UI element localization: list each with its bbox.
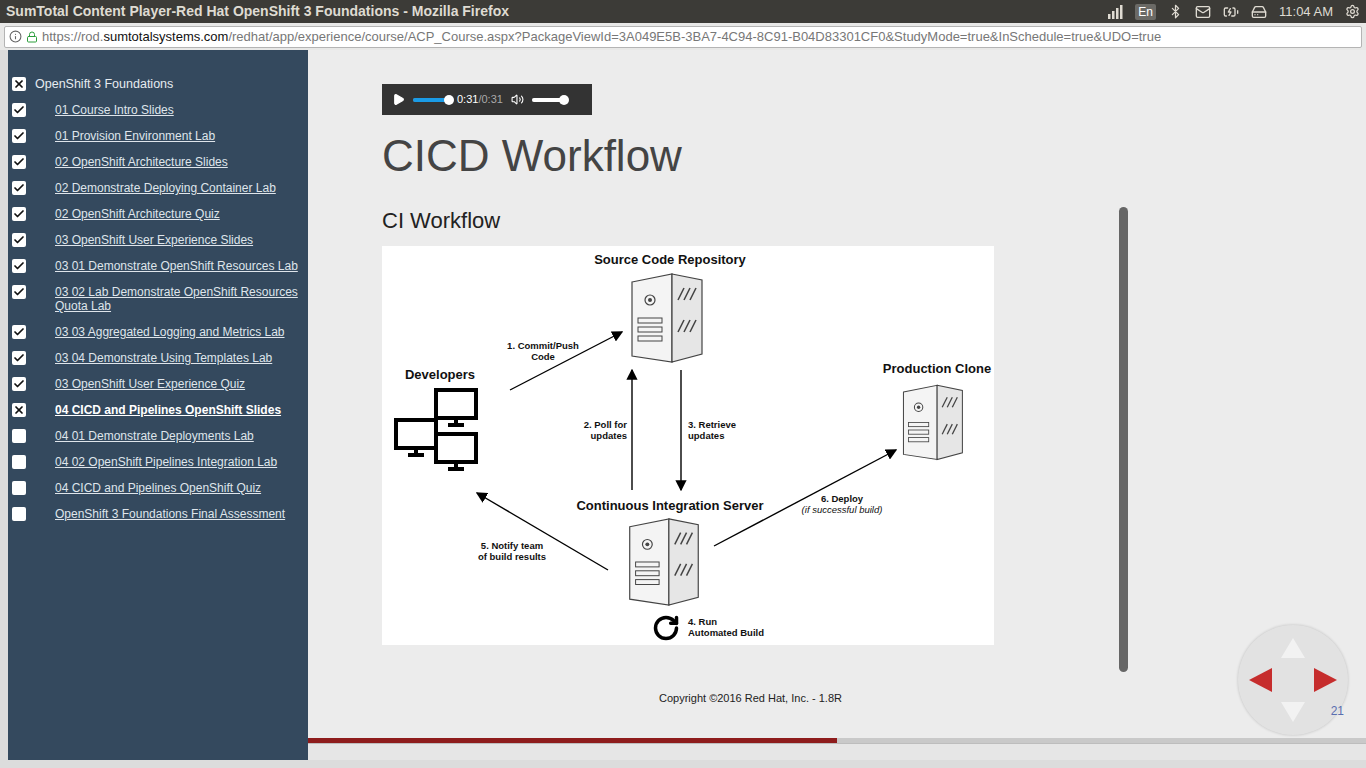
volume-button[interactable] <box>511 93 524 106</box>
server-icon <box>900 382 965 462</box>
node-label: Source Code Repository <box>594 250 746 270</box>
monitors-icon <box>393 388 491 478</box>
previous-arrow-icon[interactable] <box>1249 668 1272 692</box>
address-bar: https://rod.sumtotalsystems.com/redhat/a… <box>0 23 1366 50</box>
sidebar-item[interactable]: 03 04 Demonstrate Using Templates Lab <box>12 345 304 371</box>
settings-icon[interactable] <box>1345 4 1360 19</box>
slide: 0:31/0:31 CICD Workflow CI Workflow Source … <box>308 50 1366 738</box>
build-loop-icon <box>652 614 680 642</box>
node-label: Continuous Integration Server <box>576 496 763 516</box>
status-icon <box>12 285 26 299</box>
step-arrow <box>631 370 632 490</box>
audio-player: 0:31/0:31 <box>382 84 592 115</box>
player-frame: OpenShift 3 Foundations01 Course Intro S… <box>0 50 1366 768</box>
status-icon <box>12 233 26 247</box>
system-tray: En 11:04 AM <box>1107 2 1360 22</box>
server-icon <box>625 515 702 608</box>
battery-icon[interactable] <box>1223 4 1239 20</box>
slide-subtitle: CI Workflow <box>382 207 1119 235</box>
sidebar-item[interactable]: 02 OpenShift Architecture Quiz <box>12 201 304 227</box>
course-sidebar: OpenShift 3 Foundations01 Course Intro S… <box>8 50 308 760</box>
step-label: 5. Notify teamof build results <box>457 540 567 562</box>
sidebar-item[interactable]: 01 Course Intro Slides <box>12 97 304 123</box>
step-label: 3. Retrieveupdates <box>688 419 736 441</box>
navigation-wheel <box>1238 625 1348 735</box>
page-number: 21 <box>1331 702 1344 720</box>
play-button[interactable] <box>392 93 405 106</box>
status-icon <box>12 455 26 469</box>
step-label: 1. Commit/PushCode <box>493 340 593 362</box>
mail-icon[interactable] <box>1195 4 1211 20</box>
url-field[interactable]: https://rod.sumtotalsystems.com/redhat/a… <box>4 26 1362 48</box>
copyright: Copyright ©2016 Red Hat, Inc. - 1.8R <box>382 690 1119 707</box>
status-icon <box>12 481 26 495</box>
app: SumTotal Content Player-Red Hat OpenShif… <box>0 0 1366 768</box>
sidebar-item[interactable]: 03 01 Demonstrate OpenShift Resources La… <box>12 253 304 279</box>
ci-diagram: Source Code Repository Developers Producti… <box>382 246 994 645</box>
progress-footer <box>308 743 1366 760</box>
slide-area: 0:31/0:31 CICD Workflow CI Workflow Source … <box>308 50 1366 760</box>
bluetooth-icon[interactable] <box>1168 4 1183 19</box>
status-icon <box>12 351 26 365</box>
time-display: 0:31/0:31 <box>457 91 503 108</box>
course-title: OpenShift 3 Foundations <box>12 71 304 97</box>
keyboard-layout[interactable]: En <box>1135 4 1156 20</box>
up-arrow-icon[interactable] <box>1281 638 1305 658</box>
step-arrow <box>680 370 681 490</box>
status-icon <box>12 325 26 339</box>
next-arrow-icon[interactable] <box>1314 668 1337 692</box>
sidebar-item[interactable]: 03 OpenShift User Experience Quiz <box>12 371 304 397</box>
step-label: 4. RunAutomated Build <box>688 616 764 638</box>
status-icon <box>12 207 26 221</box>
clock[interactable]: 11:04 AM <box>1279 2 1333 22</box>
status-icon <box>12 429 26 443</box>
step-label: 6. Deploy(if successful build) <box>782 493 902 515</box>
status-icon <box>12 507 26 521</box>
lock-icon <box>26 31 38 43</box>
node-label: Developers <box>405 365 475 385</box>
status-icon <box>12 155 26 169</box>
sidebar-item[interactable]: 04 01 Demonstrate Deployments Lab <box>12 423 304 449</box>
sidebar-item[interactable]: 01 Provision Environment Lab <box>12 123 304 149</box>
course-status-icon <box>12 77 26 91</box>
status-icon <box>12 403 26 417</box>
title-bar: SumTotal Content Player-Red Hat OpenShif… <box>0 0 1366 23</box>
slide-body: CI Workflow Source Code Repository Develop… <box>382 207 1128 707</box>
sidebar-item[interactable]: 02 OpenShift Architecture Slides <box>12 149 304 175</box>
status-icon <box>12 129 26 143</box>
info-icon[interactable] <box>9 30 22 43</box>
scrollbar[interactable] <box>1119 207 1128 672</box>
signal-icon[interactable] <box>1107 5 1123 19</box>
volume-slider[interactable] <box>532 98 568 102</box>
sidebar-item[interactable]: 04 CICD and Pipelines OpenShift Slides <box>12 397 304 423</box>
status-icon <box>12 259 26 273</box>
window-title: SumTotal Content Player-Red Hat OpenShif… <box>6 1 509 22</box>
node-label: Production Clone <box>883 359 991 379</box>
step-label: 2. Poll forupdates <box>584 419 627 441</box>
server-icon <box>628 270 705 365</box>
sidebar-item[interactable]: 04 02 OpenShift Pipelines Integration La… <box>12 449 304 475</box>
sidebar-item[interactable]: 03 OpenShift User Experience Slides <box>12 227 304 253</box>
sidebar-item[interactable]: 03 02 Lab Demonstrate OpenShift Resource… <box>12 279 304 319</box>
sidebar-item[interactable]: 03 03 Aggregated Logging and Metrics Lab <box>12 319 304 345</box>
sidebar-item[interactable]: 02 Demonstrate Deploying Container Lab <box>12 175 304 201</box>
down-arrow-icon[interactable] <box>1281 702 1305 722</box>
seek-slider[interactable] <box>413 98 449 102</box>
status-icon <box>12 377 26 391</box>
slide-title: CICD Workflow <box>382 130 1366 182</box>
sidebar-item[interactable]: 04 CICD and Pipelines OpenShift Quiz <box>12 475 304 501</box>
url-text: https://rod.sumtotalsystems.com/redhat/a… <box>42 27 1161 47</box>
sidebar-item[interactable]: OpenShift 3 Foundations Final Assessment <box>12 501 304 527</box>
display-icon[interactable] <box>1251 4 1267 20</box>
status-icon <box>12 181 26 195</box>
status-icon <box>12 103 26 117</box>
